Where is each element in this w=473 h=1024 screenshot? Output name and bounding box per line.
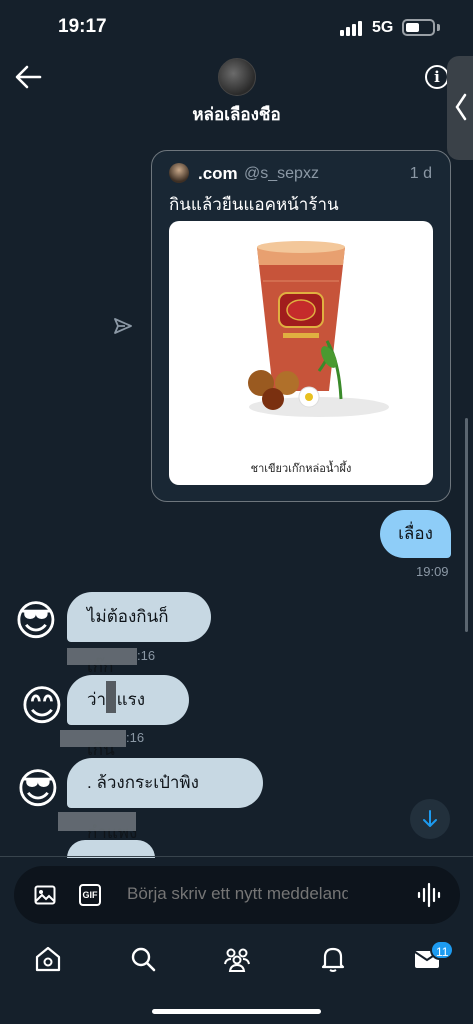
outgoing-message-bubble[interactable]: เลื่อง [380, 510, 451, 558]
tweet-author-avatar[interactable] [169, 163, 189, 183]
signal-icon [340, 20, 366, 36]
tweet-author-name: .com [198, 164, 238, 183]
tweet-text: กินแล้วยืนแอคหน้าร้าน [169, 195, 339, 214]
info-icon[interactable]: i [425, 65, 449, 89]
message-input[interactable] [127, 884, 348, 904]
back-button[interactable] [14, 64, 42, 90]
sender-avatar-smile-emoji[interactable]: 😊 [20, 685, 64, 727]
communities-tab-icon[interactable] [222, 944, 252, 974]
scroll-to-bottom-button[interactable] [410, 799, 450, 839]
battery-icon [402, 19, 435, 36]
messages-unread-badge: 11 [430, 940, 455, 960]
incoming-message-bubble[interactable]: ว่าเ แรงเกิน [67, 675, 189, 759]
conversation-title[interactable]: หล่อเลืองชือ [0, 101, 473, 128]
dm-conversation-screen: 19:17 5G หล่อเลืองชือ i .com @s_sepxz 1 … [0, 0, 473, 1024]
divider [0, 856, 473, 857]
message-composer: GIF [14, 866, 460, 924]
product-caption: ชาเขียวเก๊กหล่อน้ำผึ้ง [250, 463, 352, 475]
incoming-message-time: :16 [126, 730, 145, 745]
voice-message-icon[interactable] [417, 882, 441, 913]
redacted-area [60, 730, 126, 747]
arrow-left-icon [15, 65, 42, 89]
incoming-message-bubble[interactable]: . ล้วงกระเป๋าพิงกำแพง [67, 758, 263, 842]
incoming-message-bubble[interactable]: ไม่ต้องกินก็เก๊ก [67, 592, 211, 676]
notifications-tab-icon[interactable] [318, 944, 348, 974]
sender-avatar-sunglasses-emoji[interactable]: 😎 [14, 600, 58, 642]
outgoing-message-time: 19:09 [416, 564, 449, 579]
redacted-area [67, 648, 137, 665]
redacted-area [58, 812, 136, 831]
home-indicator[interactable] [152, 1009, 321, 1014]
tweet-author-handle: @s_sepxz [244, 165, 319, 182]
tweet-age: 1 d [409, 165, 432, 182]
image-icon[interactable] [34, 884, 56, 911]
home-tab-icon[interactable] [33, 944, 63, 974]
tweet-media-image[interactable]: ชาเขียวเก๊กหล่อน้ำผึ้ง [169, 221, 433, 485]
scrollbar[interactable] [465, 418, 468, 632]
battery-tip [437, 24, 440, 31]
search-tab-icon[interactable] [128, 944, 158, 974]
gif-icon[interactable]: GIF [79, 884, 101, 906]
chevron-left-icon [455, 93, 467, 121]
sender-avatar-sunglasses-emoji[interactable]: 😎 [16, 768, 60, 810]
status-time: 19:17 [58, 16, 107, 37]
conversation-avatar[interactable] [218, 58, 256, 96]
redacted-area [106, 681, 116, 713]
arrow-down-icon [423, 810, 437, 827]
incoming-message-time: :16 [137, 648, 156, 663]
side-panel-handle[interactable] [447, 56, 473, 160]
share-send-icon[interactable] [113, 316, 133, 336]
shared-tweet-card[interactable]: .com @s_sepxz 1 d กินแล้วยืนแอคหน้าร้าน [151, 150, 451, 502]
network-type: 5G [372, 19, 394, 36]
iced-tea-cup-illustration [248, 241, 389, 417]
